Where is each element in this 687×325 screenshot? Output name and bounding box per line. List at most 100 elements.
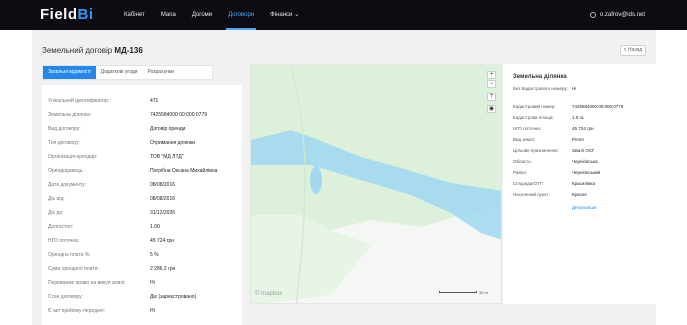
layers-icon[interactable]: ◉: [487, 105, 496, 113]
logo-text-main: Field: [40, 6, 78, 23]
field-label: Є акт прийому-передачі:: [48, 308, 105, 314]
compass-icon[interactable]: ⇡: [487, 93, 496, 101]
field-label: Вид договору:: [48, 126, 81, 132]
contract-row-tenant-org: Організація-орендар: ТОВ "МД ЛТД": [48, 153, 238, 161]
field-label: Сільрада/ОТГ:: [513, 181, 544, 186]
tab-general-info[interactable]: Загальні відомості: [43, 66, 96, 79]
logo-text-accent: Bi: [77, 6, 94, 23]
user-menu[interactable]: o.zafrov@ids.net: [589, 0, 645, 30]
nav-item-contracts[interactable]: Договори: [220, 0, 262, 30]
field-value: 2 286.2 грн: [150, 266, 176, 272]
scale-label: 30 m: [479, 289, 488, 295]
tab-additional-agreements[interactable]: Додаткові угоди: [96, 66, 143, 79]
tab-calculations[interactable]: Розрахунки: [142, 66, 178, 79]
nav-item-finance[interactable]: Фінанси ⌄: [262, 0, 307, 30]
contract-row-land-plot: Земельна ділянка: 7425584000:00:000:0779: [48, 111, 238, 119]
field-value: Землі ОСГ: [572, 148, 595, 153]
field-value: 08/08/2016: [150, 196, 176, 202]
field-label: Кадастровий номер:: [513, 104, 556, 109]
page-content: Земельний договір МД-136 < Назад Загальн…: [32, 30, 656, 325]
contract-row-id: Унікальний ідентифікатор: 471: [48, 97, 238, 105]
zoom-in-button[interactable]: +: [487, 71, 496, 79]
contract-row-preemptive-right: Переважне право на викуп землі: Ні: [48, 279, 238, 287]
field-label: Населений пункт:: [513, 192, 550, 197]
field-value: 471: [150, 98, 159, 104]
field-label: Стан договору:: [48, 294, 83, 300]
page-title: Земельний договір МД-136: [42, 46, 143, 55]
contract-number: МД-136: [114, 46, 143, 55]
contract-row-landlord: Орендодавець: Погрібна Оксана Михайлівна: [48, 167, 238, 175]
user-icon: [589, 12, 596, 18]
field-value: 7425584000:00:000:0779: [572, 104, 624, 109]
field-value: 1.00: [150, 224, 160, 230]
field-value: Чернігівський: [572, 170, 601, 175]
contract-details-card: Унікальний ідентифікатор: 471 Земельна ді…: [42, 85, 242, 325]
details-link[interactable]: Детальніше: [572, 205, 596, 210]
contract-row-rent-percent: Орендна плата %: 5 %: [48, 251, 238, 259]
field-value: 7425584000:00:000:0779: [150, 112, 208, 118]
field-label: Дата документу:: [48, 182, 87, 188]
contract-row-transfer-act: Є акт прийому-передачі: Ні: [48, 307, 238, 315]
nav-item-cabinet[interactable]: Кабінет: [116, 0, 153, 30]
field-label: Орендодавець:: [48, 168, 84, 174]
field-label: Сума орендної плати:: [48, 266, 99, 272]
field-label: Переважне право на викуп землі:: [48, 280, 126, 286]
field-label: НГО поточна:: [513, 126, 542, 131]
field-label: Кадастрова площа:: [513, 115, 554, 120]
nav-item-map[interactable]: Мапа: [153, 0, 184, 30]
mapbox-logo: © mapbox: [255, 291, 283, 297]
field-label: Вид землі:: [513, 137, 535, 142]
land-plot-card: Земельна ділянка Без Кадастрового номеру…: [503, 64, 656, 304]
field-value: Ні: [572, 86, 577, 91]
contract-tabs: Загальні відомості Додаткові угоди Розра…: [42, 65, 213, 80]
field-value: Рілля: [572, 137, 584, 142]
field-value: Красне: [572, 192, 587, 197]
field-value: 5 %: [150, 252, 159, 258]
contract-row-status: Стан договору: Діє (зареєстровано): [48, 293, 238, 301]
field-value: 45 724 грн: [150, 238, 175, 244]
contract-row-document-date: Дата документу: 08/08/2016: [48, 181, 238, 189]
contract-row-ngo: НГО поточна: 45 724 грн: [48, 237, 238, 245]
map-canvas: [251, 65, 501, 303]
field-value: 31/12/2026: [150, 210, 176, 216]
field-label: Область:: [513, 159, 532, 164]
nav-item-finance-label: Фінанси: [270, 12, 293, 18]
field-value: 08/08/2016: [150, 182, 176, 188]
field-value: Ні: [150, 280, 155, 286]
scale-bar: [439, 291, 477, 293]
field-value: Діє (зареєстровано): [150, 294, 197, 300]
field-label: Долгостоп:: [48, 224, 74, 230]
field-label: Земельна ділянка:: [48, 112, 92, 118]
field-label: НГО поточна:: [48, 238, 80, 244]
zoom-out-button[interactable]: −: [487, 80, 496, 88]
land-parcel-lake: [310, 166, 322, 194]
fieldbi-logo[interactable]: FieldBi: [40, 7, 94, 23]
field-label: Без Кадастрового номеру:: [513, 86, 568, 91]
field-value: Договір оренди: [150, 126, 186, 132]
field-label: Діє до:: [48, 210, 64, 216]
field-value: 1.0 га: [572, 115, 584, 120]
field-value: ТОВ "МД ЛТД": [150, 154, 184, 160]
field-label: Унікальний ідентифікатор:: [48, 98, 110, 104]
contract-row-contract-type: Тип договору: Отримання ділянки: [48, 139, 238, 147]
page-title-prefix: Земельний договір: [42, 46, 113, 55]
field-value: 45 724 грн: [572, 126, 594, 131]
map-scale: 30 m: [439, 288, 497, 296]
nav-item-dogomy[interactable]: Догоми: [184, 0, 220, 30]
field-value: Ні: [150, 308, 155, 314]
field-label: Тип договору:: [48, 140, 80, 146]
field-label: Цільове призначення:: [513, 148, 559, 153]
field-value: Отримання ділянки: [150, 140, 195, 146]
contract-row-share: Долгостоп: 1.00: [48, 223, 238, 231]
main-nav: Кабінет Мапа Догоми Договори Фінанси ⌄: [116, 0, 307, 30]
contract-row-contract-kind: Вид договору: Договір оренди: [48, 125, 238, 133]
back-button[interactable]: < Назад: [620, 45, 646, 56]
field-value: Красилівка: [572, 181, 595, 186]
chevron-down-icon: ⌄: [294, 12, 300, 18]
map-view[interactable]: + − ⇡ ◉ © mapbox 30 m: [250, 64, 502, 304]
field-label: Орендна плата %:: [48, 252, 91, 258]
contract-row-valid-to: Діє до: 31/12/2026: [48, 209, 238, 217]
field-value: Погрібна Оксана Михайлівна: [150, 168, 218, 174]
top-navigation-bar: FieldBi Кабінет Мапа Догоми Договори Фін…: [0, 0, 687, 30]
field-label: Район:: [513, 170, 528, 175]
